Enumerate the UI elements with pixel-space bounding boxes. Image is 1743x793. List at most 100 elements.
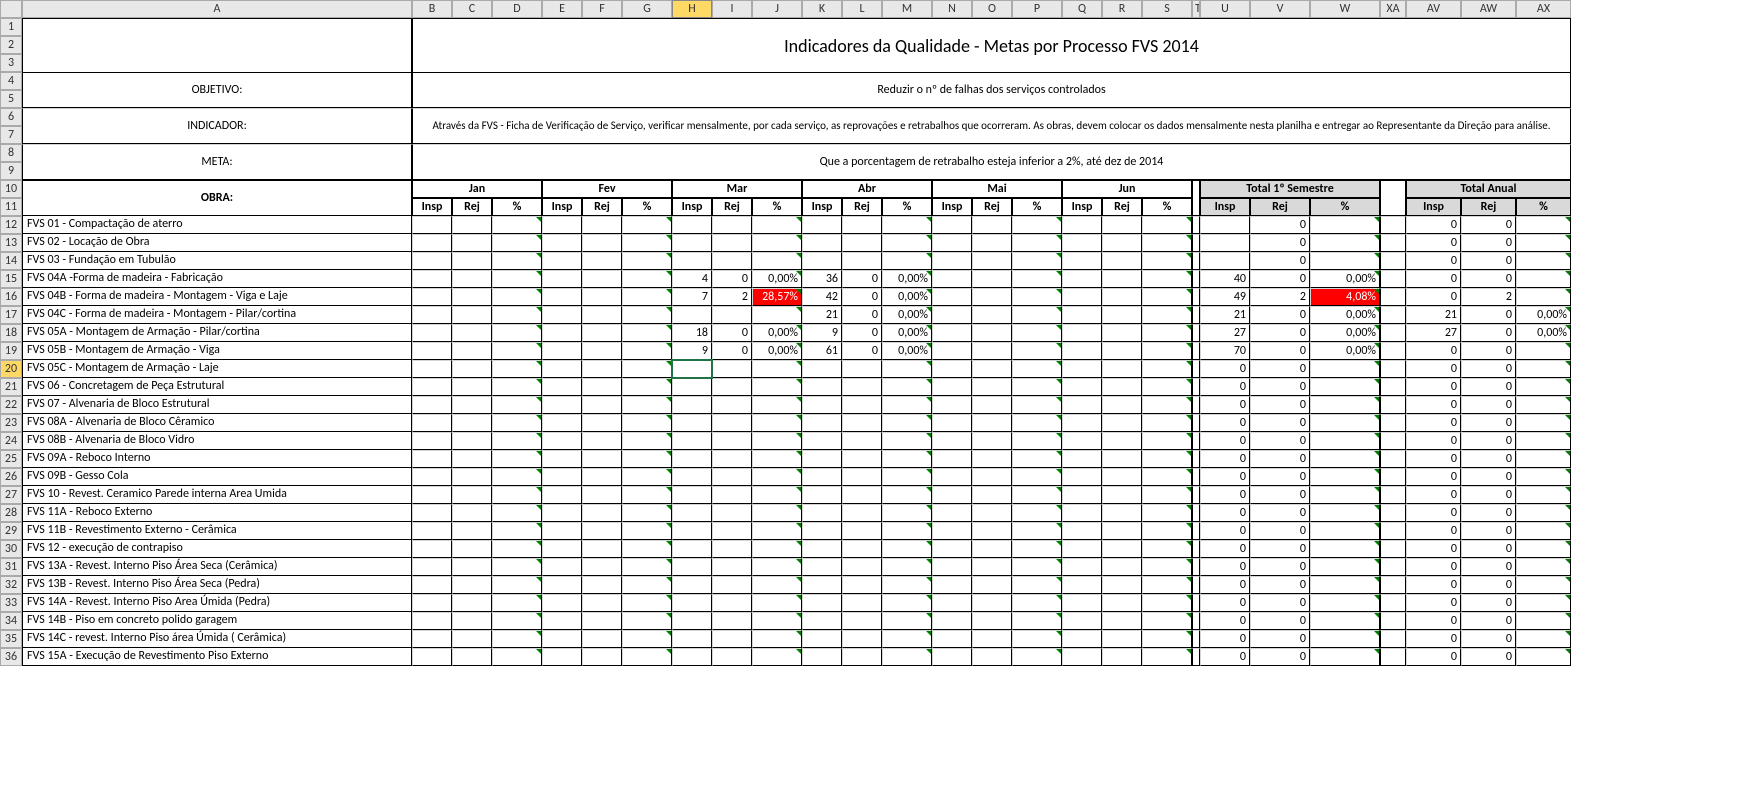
cell-an-pct[interactable]: [1516, 594, 1571, 612]
cell-abr-pct[interactable]: [882, 450, 932, 468]
cell-sem-pct[interactable]: 0,00%: [1310, 342, 1380, 360]
cell-jan-pct[interactable]: [492, 630, 542, 648]
cell-mar-insp[interactable]: [672, 360, 712, 378]
cell-jun-insp[interactable]: [1062, 594, 1102, 612]
cell-an-insp[interactable]: 21: [1406, 306, 1461, 324]
cell-fev-rej[interactable]: [582, 216, 622, 234]
cell-abr-pct[interactable]: [882, 504, 932, 522]
cell-mai-pct[interactable]: [1012, 540, 1062, 558]
cell-mar-insp[interactable]: 9: [672, 342, 712, 360]
cell-fev-insp[interactable]: [542, 612, 582, 630]
cell-mai-pct[interactable]: [1012, 468, 1062, 486]
cell-an-rej[interactable]: 0: [1461, 360, 1516, 378]
cell-fev-rej[interactable]: [582, 450, 622, 468]
cell-an-pct[interactable]: [1516, 270, 1571, 288]
row-header-36[interactable]: 36: [0, 648, 22, 666]
cell-jan-insp[interactable]: [412, 576, 452, 594]
cell-mar-pct[interactable]: [752, 558, 802, 576]
cell-sem-insp[interactable]: [1200, 252, 1250, 270]
cell-jan-insp[interactable]: [412, 396, 452, 414]
cell-mai-pct[interactable]: [1012, 558, 1062, 576]
cell-an-insp[interactable]: 0: [1406, 648, 1461, 666]
cell-sem-insp[interactable]: 21: [1200, 306, 1250, 324]
col-header-R[interactable]: R: [1102, 0, 1142, 18]
cell-an-insp[interactable]: 0: [1406, 414, 1461, 432]
obra-name[interactable]: FVS 07 - Alvenaria de Bloco Estrutural: [22, 396, 412, 414]
cell-fev-pct[interactable]: [622, 342, 672, 360]
cell-sem-insp[interactable]: 0: [1200, 540, 1250, 558]
cell-mar-rej[interactable]: [712, 468, 752, 486]
cell-sem-pct[interactable]: [1310, 576, 1380, 594]
cell-abr-pct[interactable]: [882, 414, 932, 432]
cell-mar-pct[interactable]: [752, 612, 802, 630]
cell-jun-pct[interactable]: [1142, 540, 1192, 558]
cell-fev-insp[interactable]: [542, 360, 582, 378]
cell-jun-rej[interactable]: [1102, 468, 1142, 486]
cell-mai-rej[interactable]: [972, 234, 1012, 252]
cell-abr-pct[interactable]: [882, 486, 932, 504]
cell-mar-insp[interactable]: 7: [672, 288, 712, 306]
cell-jan-insp[interactable]: [412, 612, 452, 630]
cell-jan-insp[interactable]: [412, 594, 452, 612]
row-header-17[interactable]: 17: [0, 306, 22, 324]
cell-an-pct[interactable]: 0,00%: [1516, 324, 1571, 342]
cell-mar-pct[interactable]: [752, 252, 802, 270]
row-header-22[interactable]: 22: [0, 396, 22, 414]
cell-mai-insp[interactable]: [932, 360, 972, 378]
cell-an-rej[interactable]: 0: [1461, 306, 1516, 324]
cell-mar-rej[interactable]: 2: [712, 288, 752, 306]
cell-fev-insp[interactable]: [542, 252, 582, 270]
cell-mai-rej[interactable]: [972, 450, 1012, 468]
cell-mar-pct[interactable]: [752, 360, 802, 378]
cell-sem-rej[interactable]: 0: [1250, 252, 1310, 270]
cell-an-pct[interactable]: [1516, 432, 1571, 450]
cell-abr-pct[interactable]: 0,00%: [882, 324, 932, 342]
cell-sem-pct[interactable]: [1310, 252, 1380, 270]
cell-mai-rej[interactable]: [972, 324, 1012, 342]
cell-an-insp[interactable]: 0: [1406, 432, 1461, 450]
cell-an-insp[interactable]: 0: [1406, 378, 1461, 396]
obra-name[interactable]: FVS 06 - Concretagem de Peça Estrutural: [22, 378, 412, 396]
col-header-I[interactable]: I: [712, 0, 752, 18]
cell-mar-pct[interactable]: [752, 576, 802, 594]
row-header-18[interactable]: 18: [0, 324, 22, 342]
cell-abr-rej[interactable]: [842, 558, 882, 576]
cell-abr-rej[interactable]: 0: [842, 288, 882, 306]
cell-jun-pct[interactable]: [1142, 306, 1192, 324]
cell-an-pct[interactable]: [1516, 252, 1571, 270]
cell-sem-pct[interactable]: [1310, 360, 1380, 378]
cell-sem-insp[interactable]: 70: [1200, 342, 1250, 360]
cell-sem-rej[interactable]: 0: [1250, 612, 1310, 630]
cell-sem-pct[interactable]: 0,00%: [1310, 306, 1380, 324]
cell-jan-insp[interactable]: [412, 432, 452, 450]
cell-jan-pct[interactable]: [492, 540, 542, 558]
cell-mai-insp[interactable]: [932, 270, 972, 288]
cell-sem-insp[interactable]: [1200, 216, 1250, 234]
cell-fev-insp[interactable]: [542, 630, 582, 648]
cell-fev-pct[interactable]: [622, 648, 672, 666]
cell-mar-insp[interactable]: 18: [672, 324, 712, 342]
cell-fev-pct[interactable]: [622, 468, 672, 486]
cell-jun-pct[interactable]: [1142, 468, 1192, 486]
cell-jan-pct[interactable]: [492, 594, 542, 612]
cell-mai-insp[interactable]: [932, 342, 972, 360]
cell-abr-insp[interactable]: [802, 378, 842, 396]
cell-jun-rej[interactable]: [1102, 630, 1142, 648]
cell-mai-rej[interactable]: [972, 414, 1012, 432]
cell-abr-insp[interactable]: [802, 252, 842, 270]
row-header-32[interactable]: 32: [0, 576, 22, 594]
cell-fev-insp[interactable]: [542, 414, 582, 432]
cell-mai-pct[interactable]: [1012, 270, 1062, 288]
cell-mar-rej[interactable]: [712, 378, 752, 396]
cell-sem-rej[interactable]: 0: [1250, 378, 1310, 396]
cell-an-pct[interactable]: [1516, 342, 1571, 360]
cell-abr-insp[interactable]: [802, 630, 842, 648]
cell-fev-rej[interactable]: [582, 504, 622, 522]
cell-mar-insp[interactable]: [672, 234, 712, 252]
cell-jan-insp[interactable]: [412, 504, 452, 522]
col-header-D[interactable]: D: [492, 0, 542, 18]
cell-an-rej[interactable]: 2: [1461, 288, 1516, 306]
cell-mar-rej[interactable]: 0: [712, 270, 752, 288]
cell-jan-insp[interactable]: [412, 378, 452, 396]
cell-mar-pct[interactable]: 0,00%: [752, 324, 802, 342]
